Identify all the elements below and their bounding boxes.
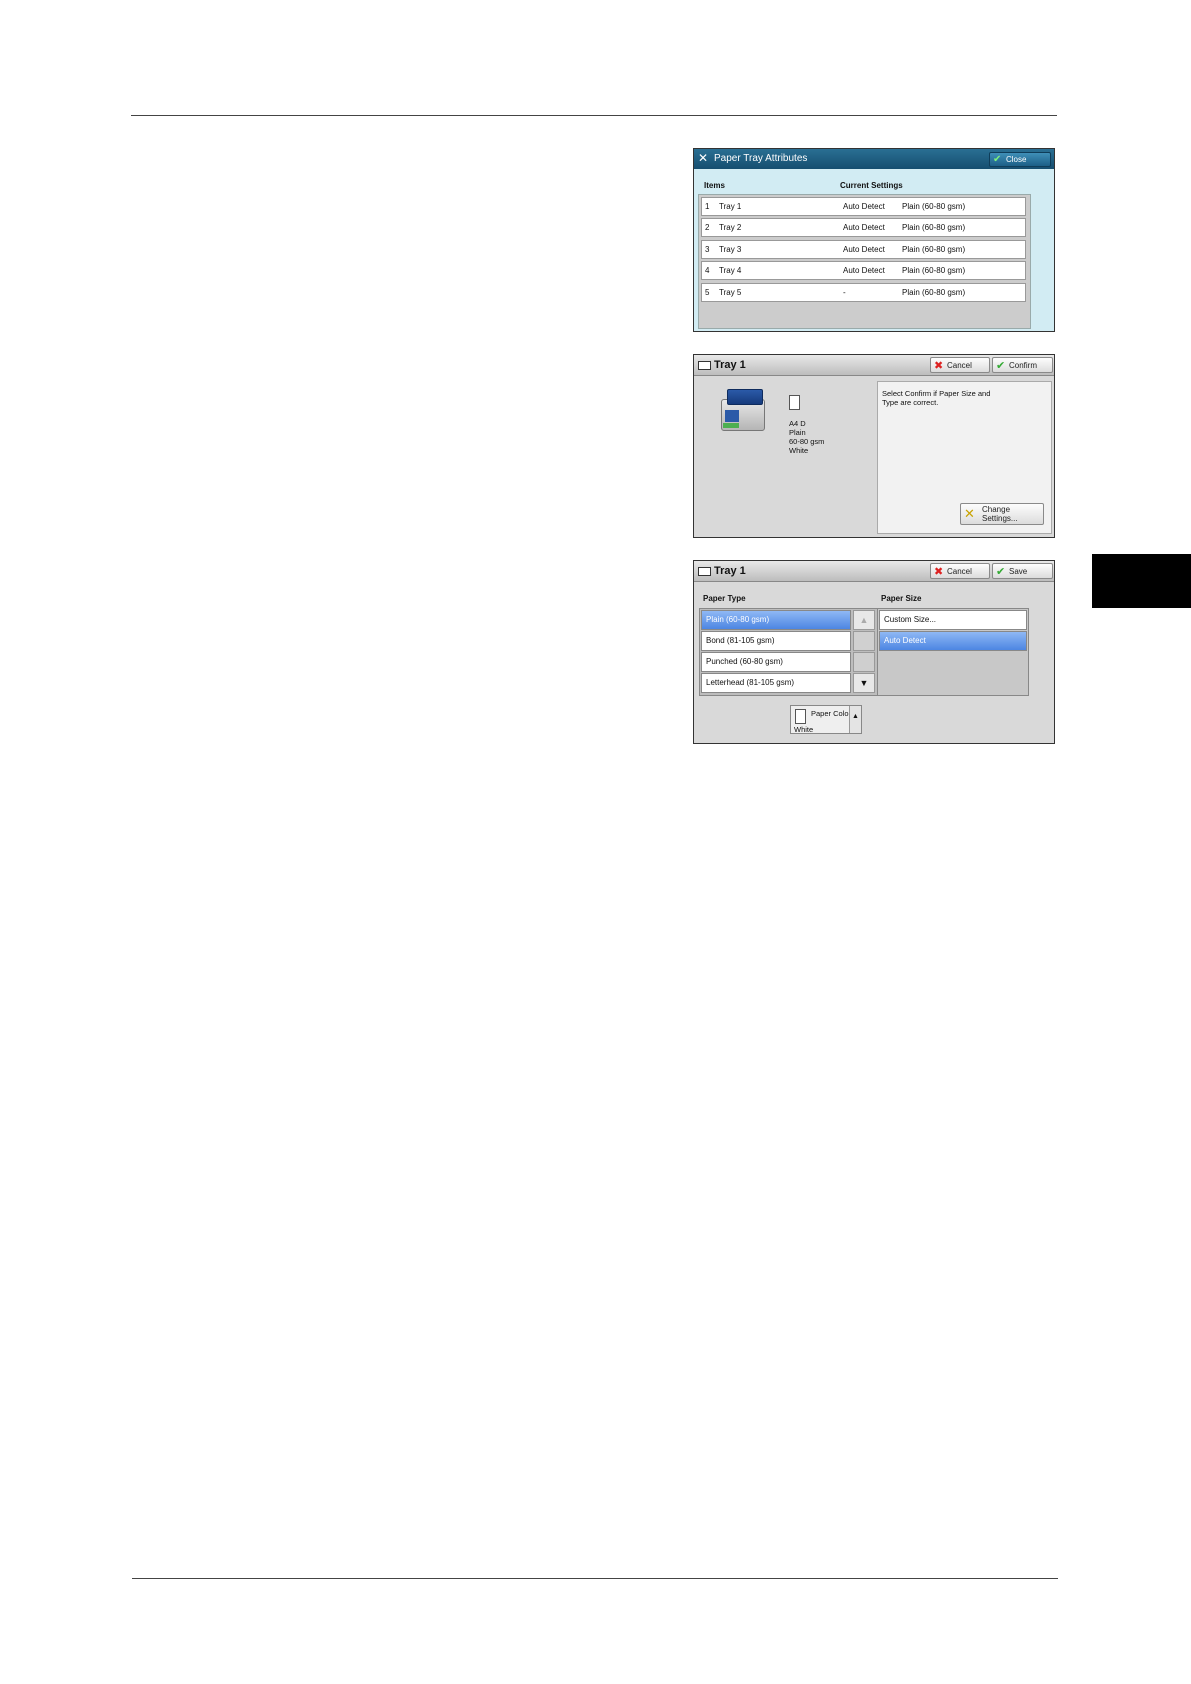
paper-icon bbox=[789, 395, 800, 410]
paper-size-value: A4 D bbox=[789, 419, 806, 428]
change-settings-button[interactable]: ✕ Change Settings... bbox=[960, 503, 1044, 525]
info-panel: Select Confirm if Paper Size and Type ar… bbox=[877, 381, 1052, 534]
tray-name: Tray 1 bbox=[719, 202, 742, 211]
paper-color-value: White bbox=[789, 446, 809, 455]
paper-icon bbox=[795, 709, 806, 724]
tray-row[interactable]: 3 Tray 3 Auto Detect Plain (60-80 gsm) bbox=[701, 240, 1026, 259]
screen-title: Paper Tray Attributes bbox=[714, 153, 808, 164]
color-scroll-icon[interactable]: ▲ bbox=[849, 706, 861, 733]
tray-size: Auto Detect bbox=[843, 223, 885, 232]
cancel-label: Cancel bbox=[947, 361, 972, 370]
scroll-track[interactable] bbox=[853, 652, 875, 672]
tray-type: Plain (60-80 gsm) bbox=[902, 245, 966, 254]
confirm-button[interactable]: ✔ Confirm bbox=[992, 357, 1053, 373]
chapter-tab bbox=[1092, 554, 1191, 608]
check-icon: ✔ bbox=[996, 360, 1006, 372]
x-icon: ✖ bbox=[934, 566, 944, 578]
tray-row[interactable]: 2 Tray 2 Auto Detect Plain (60-80 gsm) bbox=[701, 218, 1026, 237]
tray-name: Tray 3 bbox=[719, 245, 742, 254]
tray-confirm-screen: Tray 1 ✖ Cancel ✔ Confirm A4 D Plain 60-… bbox=[693, 354, 1055, 538]
tray-icon bbox=[698, 567, 711, 576]
tray-size: Auto Detect bbox=[843, 245, 885, 254]
tray-type: Plain (60-80 gsm) bbox=[902, 223, 966, 232]
info-text: Select Confirm if Paper Size and Type ar… bbox=[882, 389, 991, 407]
row-number: 2 bbox=[705, 223, 710, 232]
tools-icon: ✕ bbox=[698, 151, 709, 165]
tray-size: - bbox=[843, 288, 846, 297]
tray-row[interactable]: 5 Tray 5 - Plain (60-80 gsm) bbox=[701, 283, 1026, 302]
items-header: Items bbox=[704, 181, 725, 190]
row-number: 4 bbox=[705, 266, 710, 275]
title-bar: Tray 1 ✖ Cancel ✔ Confirm bbox=[694, 355, 1054, 376]
screen-title: Tray 1 bbox=[714, 565, 746, 577]
paper-size-list: Custom Size... Auto Detect bbox=[877, 608, 1029, 696]
paper-color-label: Paper Color bbox=[811, 709, 852, 718]
paper-weight-value: 60-80 gsm bbox=[789, 437, 825, 446]
save-button[interactable]: ✔ Save bbox=[992, 563, 1053, 579]
header-rule bbox=[131, 115, 1057, 116]
paper-color-button[interactable]: Paper Color White ▲ bbox=[790, 705, 862, 734]
tray-type: Plain (60-80 gsm) bbox=[902, 288, 966, 297]
paper-type-option[interactable]: Punched (60-80 gsm) bbox=[701, 652, 851, 672]
paper-type-option[interactable]: Letterhead (81-105 gsm) bbox=[701, 673, 851, 693]
scroll-down-icon[interactable]: ▼ bbox=[853, 673, 875, 693]
paper-color-value: White bbox=[794, 725, 814, 734]
paper-type-value: Plain bbox=[789, 428, 806, 437]
settings-label: Settings... bbox=[982, 514, 1018, 523]
check-icon: ✔ bbox=[996, 566, 1006, 578]
paper-type-option[interactable]: Bond (81-105 gsm) bbox=[701, 631, 851, 651]
tray-icon bbox=[698, 361, 711, 370]
title-bar: ✕ Paper Tray Attributes ✔ Close bbox=[694, 149, 1054, 169]
tray-row[interactable]: 4 Tray 4 Auto Detect Plain (60-80 gsm) bbox=[701, 261, 1026, 280]
paper-type-option[interactable]: Plain (60-80 gsm) bbox=[701, 610, 851, 630]
check-icon: ✔ bbox=[993, 154, 1002, 165]
tray-size: Auto Detect bbox=[843, 202, 885, 211]
tools-icon: ✕ bbox=[964, 506, 975, 521]
tray-size: Auto Detect bbox=[843, 266, 885, 275]
paper-type-label: Paper Type bbox=[703, 594, 746, 603]
cancel-button[interactable]: ✖ Cancel bbox=[930, 357, 990, 373]
tray-name: Tray 4 bbox=[719, 266, 742, 275]
confirm-label: Confirm bbox=[1009, 361, 1038, 370]
save-label: Save bbox=[1009, 567, 1028, 576]
tray-type: Plain (60-80 gsm) bbox=[902, 266, 966, 275]
row-number: 1 bbox=[705, 202, 710, 211]
tray-name: Tray 2 bbox=[719, 223, 742, 232]
current-settings-header: Current Settings bbox=[840, 181, 903, 190]
close-button[interactable]: ✔ Close bbox=[989, 152, 1051, 167]
cancel-label: Cancel bbox=[947, 567, 972, 576]
cancel-button[interactable]: ✖ Cancel bbox=[930, 563, 990, 579]
paper-type-list: Plain (60-80 gsm) Bond (81-105 gsm) Punc… bbox=[699, 608, 881, 696]
custom-size-option[interactable]: Custom Size... bbox=[879, 610, 1027, 630]
row-number: 3 bbox=[705, 245, 710, 254]
x-icon: ✖ bbox=[934, 360, 944, 372]
tray-name: Tray 5 bbox=[719, 288, 742, 297]
close-label: Close bbox=[1006, 155, 1027, 164]
paper-tray-attributes-screen: ✕ Paper Tray Attributes ✔ Close Items Cu… bbox=[693, 148, 1055, 332]
tray-row[interactable]: 1 Tray 1 Auto Detect Plain (60-80 gsm) bbox=[701, 197, 1026, 216]
change-label: Change bbox=[982, 505, 1011, 514]
footer-rule bbox=[132, 1578, 1058, 1579]
screen-title: Tray 1 bbox=[714, 359, 746, 371]
tray-settings-screen: Tray 1 ✖ Cancel ✔ Save Paper Type Paper … bbox=[693, 560, 1055, 744]
title-bar: Tray 1 ✖ Cancel ✔ Save bbox=[694, 561, 1054, 582]
auto-detect-option[interactable]: Auto Detect bbox=[879, 631, 1027, 651]
tray-type: Plain (60-80 gsm) bbox=[902, 202, 966, 211]
paper-size-label: Paper Size bbox=[881, 594, 922, 603]
tray-list: 1 Tray 1 Auto Detect Plain (60-80 gsm) 2… bbox=[698, 194, 1031, 329]
printer-icon bbox=[717, 383, 771, 435]
scroll-thumb[interactable] bbox=[853, 631, 875, 651]
scroll-up-icon[interactable]: ▲ bbox=[853, 610, 875, 630]
row-number: 5 bbox=[705, 288, 710, 297]
